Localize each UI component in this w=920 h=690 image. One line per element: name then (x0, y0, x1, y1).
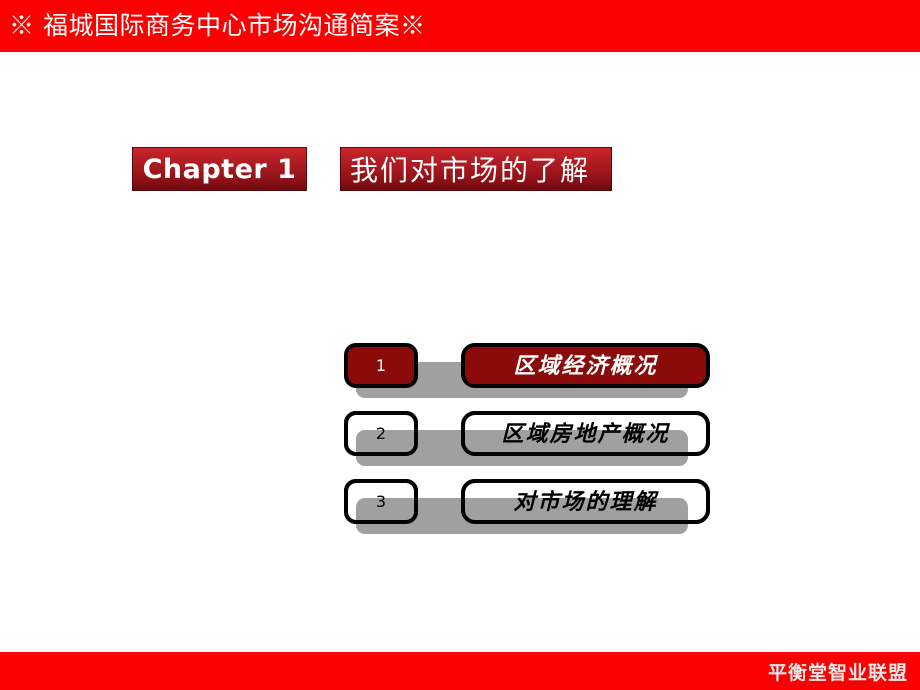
agenda-shadow-bar (356, 430, 688, 466)
chapter-title-label: 我们对市场的了解 (350, 154, 591, 187)
agenda-list: 1 区域经济概况 2 区域房地产概况 3 对市场的理解 (340, 338, 720, 538)
chapter-title-box: 我们对市场的了解 (340, 147, 612, 191)
agenda-number-label: 1 (375, 355, 387, 375)
chapter-badge-label: Chapter 1 (142, 153, 297, 185)
agenda-shadow-bar (356, 498, 688, 534)
slide-footer-bar: 平衡堂智业联盟 (0, 652, 920, 690)
footer-brand-label: 平衡堂智业联盟 (767, 662, 908, 684)
slide-header-bar: ※ 福城国际商务中心市场沟通简案※ (0, 0, 920, 52)
agenda-title-label: 区域经济概况 (513, 352, 658, 379)
page-title: ※ 福城国际商务中心市场沟通简案※ (9, 11, 426, 40)
agenda-item-1[interactable]: 1 区域经济概况 (340, 338, 720, 400)
agenda-number-badge[interactable]: 1 (344, 343, 418, 388)
agenda-title-box[interactable]: 区域经济概况 (461, 343, 710, 388)
agenda-item-2[interactable]: 2 区域房地产概况 (340, 406, 720, 468)
chapter-badge: Chapter 1 (132, 147, 307, 191)
chapter-heading: Chapter 1 我们对市场的了解 (132, 147, 612, 191)
agenda-item-3[interactable]: 3 对市场的理解 (340, 474, 720, 536)
